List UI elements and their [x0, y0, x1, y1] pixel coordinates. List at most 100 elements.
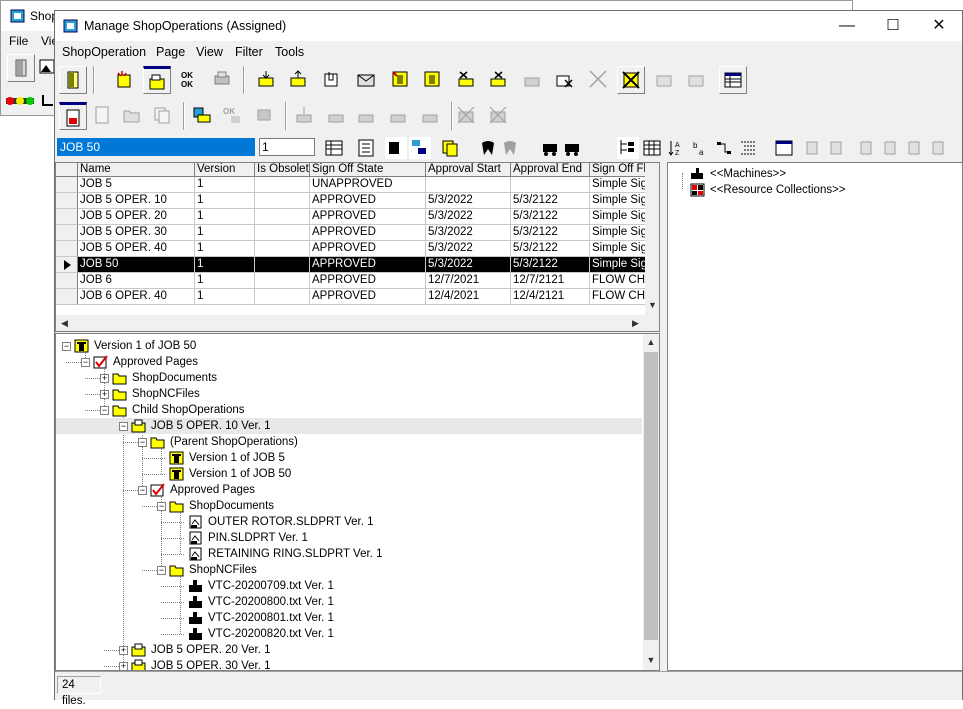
version-filter-input[interactable]	[259, 138, 315, 156]
disabled-paste-button[interactable]	[683, 66, 711, 94]
import-button[interactable]	[285, 66, 313, 94]
save-page-button[interactable]	[149, 102, 177, 130]
show-tree-button[interactable]	[409, 137, 431, 159]
grid-horizontal-scrollbar[interactable]: ◀ ▶	[56, 315, 659, 331]
exit-button[interactable]	[59, 66, 87, 94]
column-header-approval-end[interactable]: Approval End	[511, 163, 590, 177]
menu-view[interactable]: View	[196, 45, 223, 59]
add-page-button[interactable]	[387, 66, 415, 94]
view-teeth-disabled-button[interactable]	[499, 137, 521, 159]
disabled-window-d-button[interactable]	[881, 137, 903, 159]
table-row[interactable]: JOB 5 OPER. 40 1 APPROVED 5/3/2022 5/3/2122 S…	[56, 241, 646, 257]
export-button[interactable]	[253, 66, 281, 94]
collapse-toggle[interactable]: −	[119, 422, 128, 431]
table-row[interactable]: JOB 5 OPER. 20 1 APPROVED 5/3/2022 5/3/2122 S…	[56, 209, 646, 225]
delete-job-button[interactable]	[617, 66, 645, 94]
column-header-sign-off-state[interactable]: Sign Off State	[310, 163, 426, 177]
scroll-right-button[interactable]: ▶	[627, 315, 644, 331]
collapse-toggle[interactable]: −	[157, 566, 166, 575]
disabled-window-e-button[interactable]	[905, 137, 927, 159]
scroll-left-button[interactable]: ◀	[56, 315, 73, 331]
row-header[interactable]	[56, 257, 78, 273]
expand-toggle[interactable]: +	[100, 374, 109, 383]
expand-toggle[interactable]: +	[100, 390, 109, 399]
sort-ascending-button[interactable]: AZ	[665, 137, 687, 159]
row-header[interactable]	[56, 177, 78, 193]
disabled-window-b-button[interactable]	[827, 137, 849, 159]
row-header[interactable]	[56, 193, 78, 209]
disabled-upload-button[interactable]	[417, 102, 445, 130]
print-button[interactable]	[209, 66, 237, 94]
disabled-transfer-button[interactable]	[519, 66, 547, 94]
outline-button[interactable]	[737, 137, 759, 159]
tree-scroll-up-button[interactable]: ▲	[643, 334, 659, 351]
disabled-robot-button[interactable]	[251, 102, 279, 130]
filter-list-button[interactable]	[355, 137, 377, 159]
pages-button[interactable]	[419, 66, 447, 94]
close-button[interactable]: ✕	[916, 11, 962, 41]
row-header[interactable]	[56, 209, 78, 225]
maximize-button[interactable]: ☐	[870, 11, 916, 41]
row-header[interactable]	[56, 289, 78, 305]
collapse-toggle[interactable]: −	[100, 406, 109, 415]
view-grid-mode-button[interactable]	[641, 137, 663, 159]
remove-export-button[interactable]	[453, 66, 481, 94]
grid-vertical-scrollbar[interactable]: ▼	[645, 163, 659, 315]
cancel-button[interactable]	[585, 66, 613, 94]
disabled-ok-button[interactable]: OK	[219, 102, 247, 130]
column-header-approval-start[interactable]: Approval Start	[426, 163, 511, 177]
disabled-window-c-button[interactable]	[857, 137, 879, 159]
disabled-download-button[interactable]	[385, 102, 413, 130]
copy-job-button[interactable]	[439, 137, 461, 159]
table-row[interactable]: JOB 6 OPER. 40 1 APPROVED 12/4/2021 12/4/212…	[56, 289, 646, 305]
table-row[interactable]: JOB 5 OPER. 10 1 APPROVED 5/3/2022 5/3/2122 S…	[56, 193, 646, 209]
column-header-sign-off-flow[interactable]: Sign Off Flo	[590, 163, 646, 177]
menu-shopoperation[interactable]: ShopOperation	[62, 45, 146, 59]
attach-button[interactable]	[319, 66, 347, 94]
view-tree-mode-button[interactable]	[617, 137, 639, 159]
row-header[interactable]	[56, 241, 78, 257]
name-filter-input[interactable]	[57, 138, 255, 156]
menu-tools[interactable]: Tools	[275, 45, 304, 59]
apply-filter-button[interactable]	[323, 137, 345, 159]
tree-scroll-down-button[interactable]: ▼	[643, 652, 659, 669]
bg-exit-button[interactable]	[7, 54, 35, 82]
disabled-window-f-button[interactable]	[929, 137, 951, 159]
expand-toggle[interactable]: +	[119, 646, 128, 655]
mail-button[interactable]	[353, 66, 381, 94]
disabled-checkout-button[interactable]	[353, 102, 381, 130]
view-teeth-button[interactable]	[477, 137, 499, 159]
column-header-version[interactable]: Version	[195, 163, 255, 177]
bg-menu-file[interactable]: File	[9, 34, 28, 48]
table-row[interactable]: JOB 5 OPER. 30 1 APPROVED 5/3/2022 5/3/2122 S…	[56, 225, 646, 241]
menu-page[interactable]: Page	[156, 45, 185, 59]
menu-filter[interactable]: Filter	[235, 45, 263, 59]
expand-toggle[interactable]: +	[119, 662, 128, 670]
doc-assign-button[interactable]	[189, 102, 217, 130]
new-page-button[interactable]	[89, 102, 117, 130]
table-row[interactable]: JOB 51 UNAPPROVED Simple Sign	[56, 177, 646, 193]
collapse-toggle[interactable]: −	[157, 502, 166, 511]
tree-vertical-scrollbar[interactable]: ▲ ▼	[643, 334, 659, 670]
window-button[interactable]	[773, 137, 795, 159]
row-header[interactable]	[56, 225, 78, 241]
column-header-is-obsolete[interactable]: Is Obsolete	[255, 163, 310, 177]
view-car-button[interactable]	[539, 137, 561, 159]
disabled-add-button[interactable]	[323, 102, 351, 130]
collapse-toggle[interactable]: −	[81, 358, 90, 367]
hierarchy-button[interactable]	[713, 137, 735, 159]
disabled-send-button[interactable]	[291, 102, 319, 130]
collapse-toggle[interactable]: −	[138, 486, 147, 495]
remove-import-button[interactable]	[485, 66, 513, 94]
delete-transfer-button[interactable]	[551, 66, 579, 94]
collapse-toggle[interactable]: −	[138, 438, 147, 447]
row-header[interactable]	[56, 273, 78, 289]
disabled-window-a-button[interactable]	[803, 137, 825, 159]
table-row[interactable]: JOB 61 APPROVED12/7/202112/7/2121FLOW CHA	[56, 273, 646, 289]
ok-ok-button[interactable]: OK OK	[177, 66, 205, 94]
view-car2-button[interactable]	[561, 137, 583, 159]
minimize-button[interactable]: —	[824, 11, 870, 41]
sort-alpha-button[interactable]: ba	[689, 137, 711, 159]
disabled-remove-button[interactable]	[485, 102, 513, 130]
open-page-button[interactable]	[119, 102, 147, 130]
